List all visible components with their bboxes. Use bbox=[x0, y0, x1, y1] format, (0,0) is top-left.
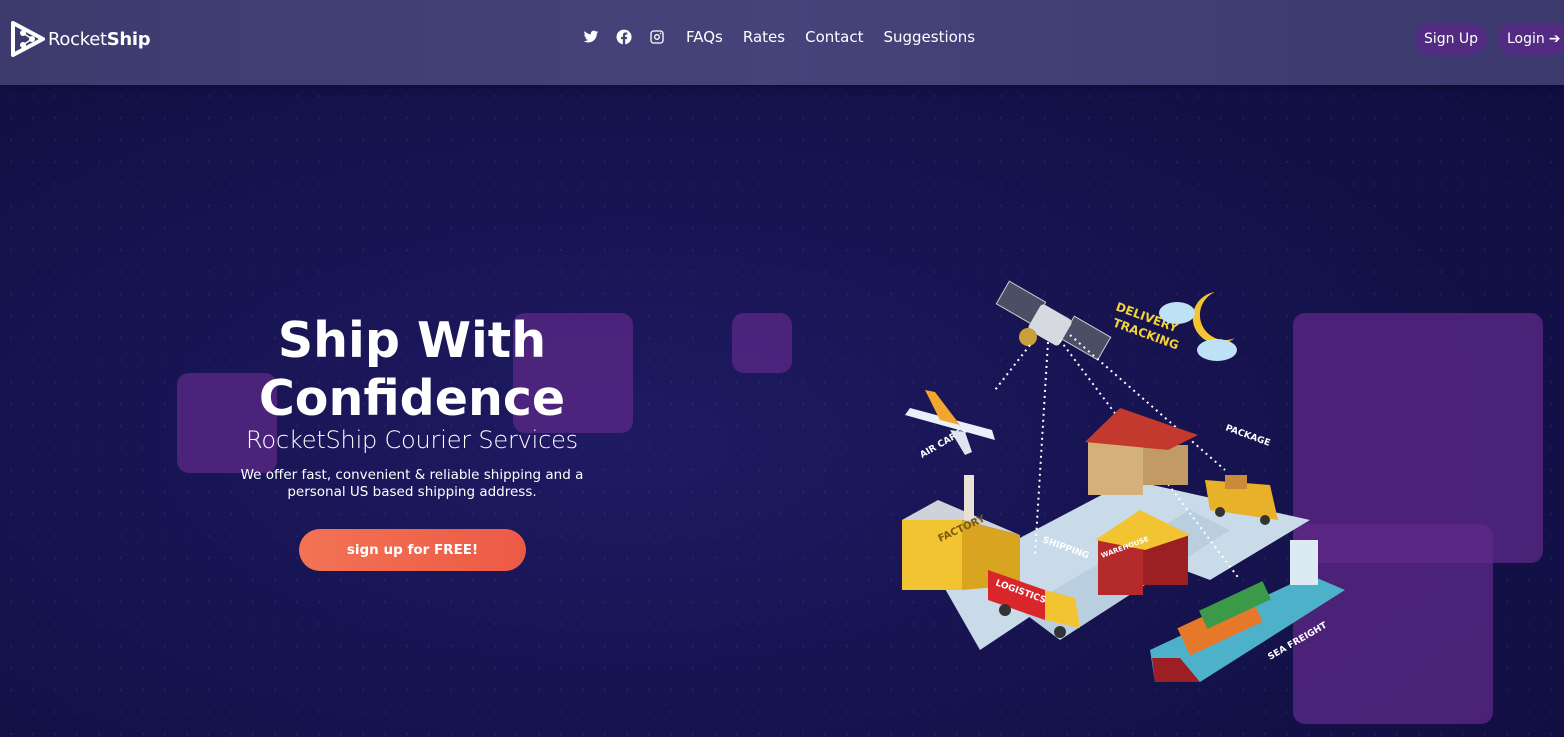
nav-link-faqs[interactable]: FAQs bbox=[686, 28, 723, 46]
nav-link-suggestions[interactable]: Suggestions bbox=[883, 28, 975, 46]
deco-square bbox=[732, 313, 792, 373]
moon-icon bbox=[1192, 292, 1235, 344]
hero-subtitle: RocketShip Courier Services bbox=[246, 426, 578, 454]
satellite-icon bbox=[995, 280, 1112, 361]
brand-name: RocketShip bbox=[48, 28, 151, 50]
hero-title: Ship With Confidence bbox=[212, 312, 612, 428]
arrow-right-icon: ➔ bbox=[1548, 31, 1561, 47]
instagram-icon[interactable] bbox=[648, 28, 666, 46]
cta-label: sign up for FREE! bbox=[346, 542, 479, 558]
nav-menu: FAQs Rates Contact Suggestions bbox=[582, 28, 990, 46]
brand-logo[interactable]: RocketShip bbox=[10, 20, 151, 58]
rocketship-logo-icon bbox=[11, 21, 45, 57]
twitter-icon[interactable] bbox=[582, 28, 600, 46]
cloud-icon bbox=[1159, 302, 1195, 324]
navbar: RocketShip FAQs Rates Contact Suggestion… bbox=[0, 0, 1564, 85]
hero-description: We offer fast, convenient & reliable shi… bbox=[222, 467, 602, 501]
hero-desc-line2: personal US based shipping address. bbox=[287, 484, 537, 500]
package-label: PACKAGE bbox=[1224, 423, 1271, 448]
signup-button-label: Sign Up bbox=[1423, 31, 1479, 47]
hero-title-line2: Confidence bbox=[258, 370, 566, 427]
cta-signup-button[interactable]: sign up for FREE! bbox=[299, 529, 526, 571]
factory-building: FACTORY bbox=[902, 475, 1020, 590]
facebook-icon[interactable] bbox=[615, 28, 633, 46]
logistics-illustration: DELIVERY TRACKING AIR CARGO PACKAGE SHIP… bbox=[902, 280, 1345, 682]
login-button-label: Login bbox=[1507, 31, 1545, 47]
cloud-icon bbox=[1197, 339, 1237, 361]
login-button[interactable]: Login ➔ bbox=[1497, 23, 1564, 55]
hero-desc-line1: We offer fast, convenient & reliable shi… bbox=[240, 467, 584, 483]
hero-title-line1: Ship With bbox=[277, 312, 547, 369]
nav-link-rates[interactable]: Rates bbox=[743, 28, 785, 46]
signup-button[interactable]: Sign Up bbox=[1415, 23, 1487, 55]
house-building bbox=[1085, 408, 1198, 495]
nav-link-contact[interactable]: Contact bbox=[805, 28, 863, 46]
